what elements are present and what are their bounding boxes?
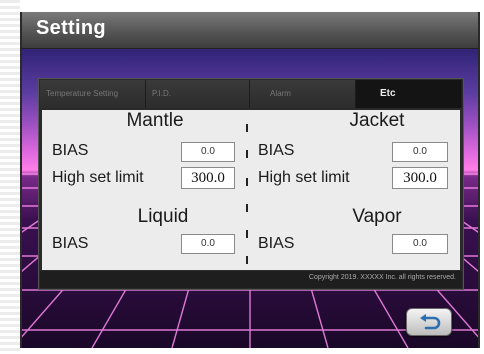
panel-footer: Copyright 2019. XXXXX Inc. all rights re… <box>40 271 462 288</box>
mantle-high-limit-input[interactable]: 300.0 <box>181 167 235 189</box>
mantle-bias-label: BIAS <box>52 142 89 159</box>
jacket-high-limit-input[interactable]: 300.0 <box>392 167 448 189</box>
liquid-heading: Liquid <box>137 206 189 227</box>
jacket-heading: Jacket <box>349 110 405 131</box>
screen-edge <box>0 0 20 354</box>
liquid-bias-label: BIAS <box>52 235 89 252</box>
tab-temperature-setting[interactable]: Temperature Setting <box>40 80 146 108</box>
tab-alarm[interactable]: Alarm <box>250 80 356 108</box>
hmi-screen: Setting Temperature Setting P.I.D. Alarm… <box>20 12 480 348</box>
mantle-high-limit-label: High set limit <box>52 169 144 186</box>
tab-pid[interactable]: P.I.D. <box>146 80 250 108</box>
vapor-bias-input[interactable]: 0.0 <box>392 234 448 254</box>
jacket-bias-label: BIAS <box>258 142 295 159</box>
column-divider <box>246 230 248 238</box>
column-divider <box>246 124 248 132</box>
tab-bar: Temperature Setting P.I.D. Alarm Etc <box>40 80 462 108</box>
page-title: Setting <box>36 17 106 39</box>
settings-panel: Temperature Setting P.I.D. Alarm Etc Man… <box>38 78 464 290</box>
column-divider <box>246 178 248 186</box>
tab-etc[interactable]: Etc <box>356 80 462 108</box>
liquid-bias-input[interactable]: 0.0 <box>181 234 235 254</box>
mantle-bias-input[interactable]: 0.0 <box>181 142 235 162</box>
copyright-text: Copyright 2019. XXXXX Inc. all rights re… <box>308 274 456 281</box>
vapor-bias-label: BIAS <box>258 235 295 252</box>
mantle-heading: Mantle <box>126 110 184 131</box>
jacket-bias-input[interactable]: 0.0 <box>392 142 448 162</box>
column-divider <box>246 150 248 158</box>
vapor-heading: Vapor <box>352 206 402 227</box>
return-arrow-icon <box>420 314 441 330</box>
back-button[interactable] <box>406 308 452 336</box>
etc-settings-content: Mantle BIAS 0.0 High set limit 300.0 Jac… <box>42 110 460 270</box>
jacket-high-limit-label: High set limit <box>258 169 350 186</box>
column-divider <box>246 256 248 264</box>
title-bar: Setting <box>22 12 478 49</box>
